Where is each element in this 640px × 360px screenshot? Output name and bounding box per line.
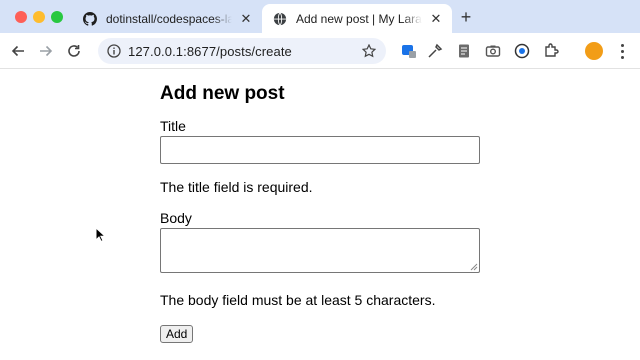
window-close-button[interactable] xyxy=(15,11,27,23)
tab-github[interactable]: dotinstall/codespaces-laravel ✕ xyxy=(72,4,262,33)
reload-icon[interactable] xyxy=(64,41,84,61)
extension-tab-icon[interactable] xyxy=(400,42,418,60)
extensions-puzzle-icon[interactable] xyxy=(542,42,560,60)
tab-title: Add new post | My Laravel App xyxy=(296,11,422,26)
extension-badge-icon[interactable] xyxy=(513,42,531,60)
close-icon[interactable]: ✕ xyxy=(428,11,444,27)
bookmark-star-icon[interactable] xyxy=(358,40,380,62)
github-icon xyxy=(82,11,98,27)
profile-avatar[interactable] xyxy=(585,42,603,60)
url-text: 127.0.0.1:8677/posts/create xyxy=(128,43,292,59)
body-error: The body field must be at least 5 charac… xyxy=(160,292,436,308)
title-error: The title field is required. xyxy=(160,179,313,195)
mouse-cursor-icon xyxy=(95,227,107,243)
title-input[interactable] xyxy=(160,136,480,164)
forward-icon[interactable] xyxy=(36,41,56,61)
browser-menu-icon[interactable] xyxy=(616,42,628,60)
window-maximize-button[interactable] xyxy=(51,11,63,23)
title-label: Title xyxy=(160,118,186,134)
close-icon[interactable]: ✕ xyxy=(238,11,254,27)
browser-toolbar: 127.0.0.1:8677/posts/create xyxy=(0,33,640,69)
post-form-container: Add new post Title The title field is re… xyxy=(160,82,490,343)
address-bar[interactable]: 127.0.0.1:8677/posts/create xyxy=(98,38,386,64)
body-label: Body xyxy=(160,210,192,226)
camera-icon[interactable] xyxy=(484,42,502,60)
eyedropper-icon[interactable] xyxy=(426,42,444,60)
tab-title: dotinstall/codespaces-laravel xyxy=(106,11,232,26)
new-tab-icon[interactable]: + xyxy=(456,7,476,27)
body-textarea[interactable] xyxy=(160,228,480,273)
resize-handle[interactable] xyxy=(470,263,478,271)
document-icon[interactable] xyxy=(455,42,473,60)
back-icon[interactable] xyxy=(8,41,28,61)
globe-icon xyxy=(272,11,288,27)
tab-strip: dotinstall/codespaces-laravel ✕ Add new … xyxy=(0,0,640,33)
info-icon[interactable] xyxy=(106,43,122,59)
window-minimize-button[interactable] xyxy=(33,11,45,23)
add-button[interactable]: Add xyxy=(160,325,194,343)
page-title: Add new post xyxy=(160,83,285,104)
tab-add-new-post[interactable]: Add new post | My Laravel App ✕ xyxy=(262,4,452,33)
